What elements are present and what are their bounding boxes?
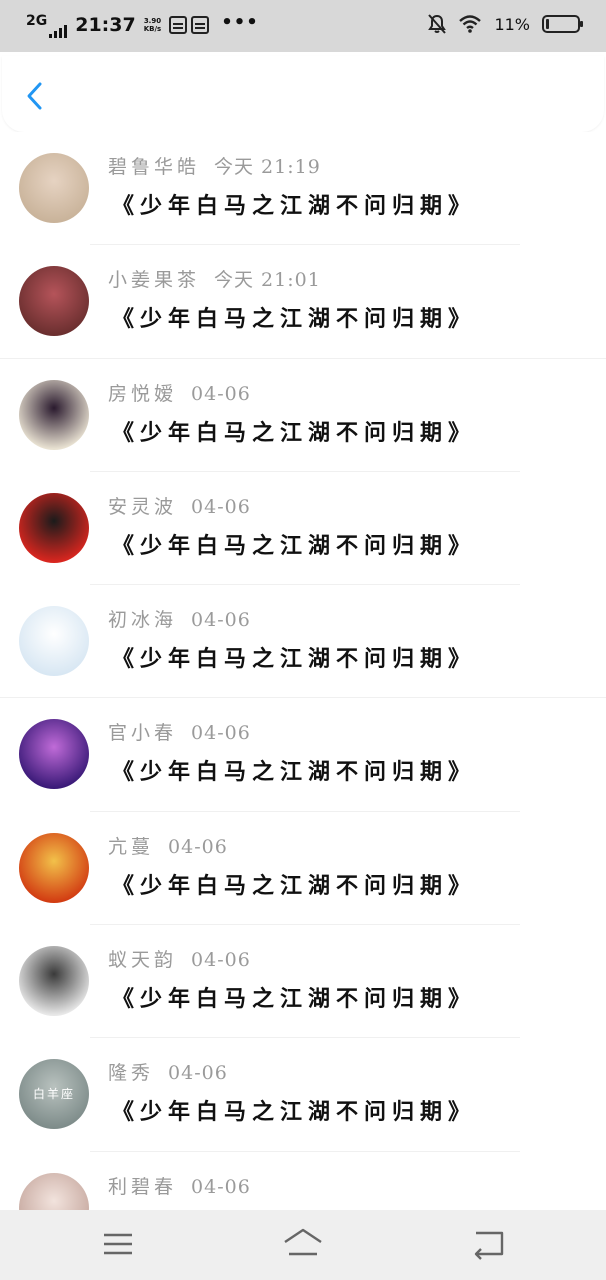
back-nav-button[interactable] [466, 1224, 510, 1264]
contact-name: 亢蔓 [108, 835, 155, 858]
bottom-navigation-bar [0, 1210, 606, 1280]
sim-card-icon [169, 16, 188, 34]
message-meta: 小姜果茶 今天 21:01 [108, 265, 321, 292]
list-item[interactable]: 碧鲁华皓 今天 21:19 《少年白马之江湖不问归期》 [0, 132, 606, 246]
sim-card-icon [191, 16, 210, 34]
list-item[interactable]: 初冰海 04-06 《少年白马之江湖不问归期》 [0, 585, 606, 699]
message-preview: 《少年白马之江湖不问归期》 [112, 419, 477, 446]
home-button[interactable] [281, 1224, 325, 1264]
message-meta: 蚁天韵 04-06 [108, 945, 251, 972]
message-meta: 安灵波 04-06 [108, 492, 251, 519]
message-preview: 《少年白马之江湖不问归期》 [112, 986, 477, 1013]
message-meta: 隆秀 04-06 [108, 1058, 228, 1085]
home-icon [284, 1228, 322, 1256]
signal-icon [49, 24, 68, 38]
status-bar: 2G 21:37 3.90 KB/s ••• 11% [0, 0, 606, 52]
message-preview: 《少年白马之江湖不问归期》 [112, 306, 477, 333]
avatar[interactable] [19, 379, 89, 450]
contact-name: 隆秀 [108, 1062, 155, 1085]
message-meta: 初冰海 04-06 [108, 605, 251, 632]
message-time: 04-06 [168, 835, 228, 858]
contact-name: 初冰海 [108, 609, 178, 632]
wifi-icon [459, 15, 482, 33]
network-type: 2G [26, 13, 48, 29]
message-time: 04-06 [191, 382, 251, 405]
contact-name: 小姜果茶 [108, 269, 201, 292]
status-right: 11% [428, 14, 583, 34]
avatar-text: 白羊座 [32, 1087, 75, 1102]
message-preview: 《少年白马之江湖不问归期》 [112, 532, 477, 559]
network-speed-unit: KB/s [143, 25, 162, 33]
contact-name: 安灵波 [108, 495, 178, 518]
back-icon [474, 1231, 504, 1260]
list-item[interactable]: 小姜果茶 今天 21:01 《少年白马之江湖不问归期》 [0, 245, 606, 359]
avatar[interactable] [19, 266, 89, 337]
message-list: 碧鲁华皓 今天 21:19 《少年白马之江湖不问归期》 小姜果茶 今天 21:01 《少年… [0, 132, 606, 1265]
contact-name: 碧鲁华皓 [108, 156, 201, 178]
avatar[interactable] [19, 719, 89, 790]
list-item[interactable]: 房悦嫒 04-06 《少年白马之江湖不问归期》 [0, 359, 606, 472]
message-preview: 《少年白马之江湖不问归期》 [112, 1099, 477, 1126]
list-item[interactable]: 白羊座 隆秀 04-06 《少年白马之江湖不问归期》 [0, 1038, 606, 1152]
avatar[interactable] [19, 832, 89, 903]
avatar[interactable] [19, 492, 89, 563]
message-meta: 碧鲁华皓 今天 21:19 [108, 152, 321, 179]
list-item[interactable]: 官小春 04-06 《少年白马之江湖不问归期》 [0, 698, 606, 812]
network-speed: 3.90 KB/s [144, 17, 161, 33]
contact-name: 官小春 [108, 722, 178, 745]
contact-name: 房悦嫒 [108, 382, 178, 405]
message-time: 04-06 [168, 1062, 228, 1085]
message-time: 今天 21:01 [214, 269, 321, 292]
menu-icon [104, 1233, 132, 1255]
chevron-left-icon [27, 82, 42, 110]
message-time: 04-06 [191, 722, 251, 745]
network-speed-value: 3.90 [143, 17, 162, 25]
message-time: 今天 21:19 [214, 156, 321, 178]
message-meta: 利碧春 04-06 [108, 1172, 251, 1199]
avatar[interactable]: 白羊座 [19, 1059, 89, 1130]
back-button[interactable] [20, 78, 50, 114]
list-item[interactable]: 蚁天韵 04-06 《少年白马之江湖不问归期》 [0, 925, 606, 1039]
message-time: 04-06 [191, 949, 251, 972]
menu-button[interactable] [96, 1224, 140, 1264]
contact-name: 利碧春 [108, 1175, 178, 1198]
avatar[interactable] [19, 946, 89, 1017]
header [2, 56, 604, 132]
message-time: 04-06 [191, 1175, 251, 1198]
status-left: 2G 21:37 3.90 KB/s ••• [26, 12, 259, 38]
battery-icon [542, 15, 583, 33]
mute-icon [428, 14, 447, 34]
list-item[interactable]: 安灵波 04-06 《少年白马之江湖不问归期》 [0, 472, 606, 586]
battery-percentage: 11% [494, 14, 530, 34]
message-meta: 官小春 04-06 [108, 718, 251, 745]
message-meta: 房悦嫒 04-06 [108, 379, 251, 406]
list-item[interactable]: 亢蔓 04-06 《少年白马之江湖不问归期》 [0, 812, 606, 926]
avatar[interactable] [19, 606, 89, 677]
message-preview: 《少年白马之江湖不问归期》 [112, 193, 477, 219]
message-preview: 《少年白马之江湖不问归期》 [112, 646, 477, 673]
message-time: 04-06 [191, 495, 251, 518]
contact-name: 蚁天韵 [108, 949, 178, 972]
message-preview: 《少年白马之江湖不问归期》 [112, 872, 477, 899]
message-preview: 《少年白马之江湖不问归期》 [112, 759, 477, 786]
more-notifications: ••• [221, 11, 259, 33]
avatar[interactable] [19, 153, 89, 223]
message-time: 04-06 [191, 609, 251, 632]
message-meta: 亢蔓 04-06 [108, 832, 228, 859]
clock: 21:37 [75, 14, 136, 36]
